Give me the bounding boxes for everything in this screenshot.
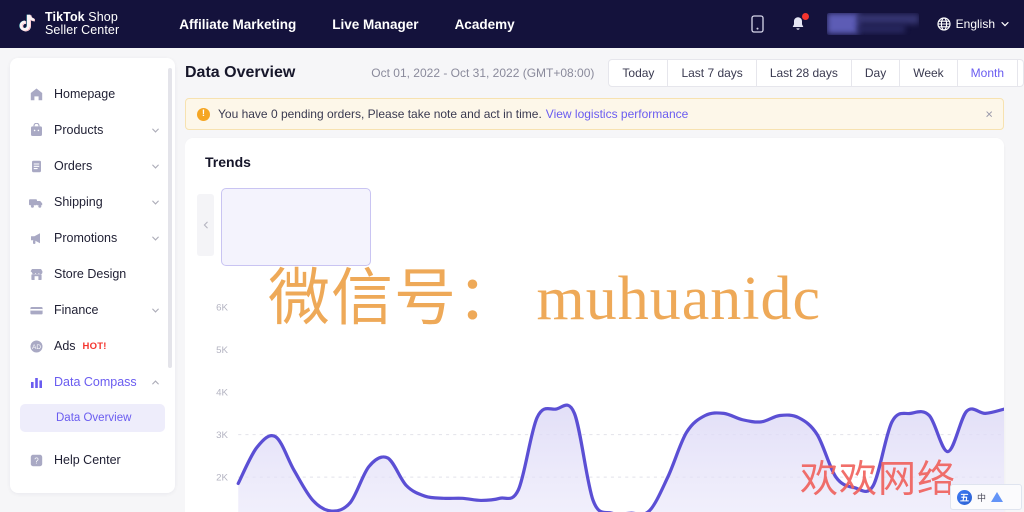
chevron-up-icon[interactable]	[150, 377, 161, 388]
help-icon: ?	[28, 452, 44, 468]
range-button-last-28-days[interactable]: Last 28 days	[757, 60, 852, 86]
trends-chart-svg: 1K2K3K4K5K6K	[216, 303, 1004, 512]
notification-dot	[801, 13, 809, 20]
hot-badge: HOT!	[82, 340, 107, 352]
metric-card-selected[interactable]	[221, 188, 371, 266]
top-navigation-bar: TikTok Shop Seller Center Affiliate Mark…	[0, 0, 1024, 48]
sidebar-item-promotions[interactable]: Promotions	[10, 220, 175, 256]
sidebar-item-help-center[interactable]: ? Help Center	[10, 442, 175, 478]
brand-seller-center: Seller Center	[45, 23, 120, 37]
chevron-down-icon[interactable]	[150, 305, 161, 316]
main-nav-links: Affiliate Marketing Live Manager Academy	[179, 17, 514, 32]
sidebar-label: Orders	[54, 159, 93, 173]
svg-text:2K: 2K	[216, 473, 228, 484]
home-icon	[28, 86, 44, 102]
trends-panel: Trends 1K2K3K4K5K6K	[185, 138, 1004, 512]
sidebar: Homepage Products Orders Shipping Promot…	[10, 58, 175, 493]
sidebar-item-shipping[interactable]: Shipping	[10, 184, 175, 220]
sidebar-label: Help Center	[54, 453, 121, 467]
ads-icon: AD	[28, 338, 44, 354]
ime-logo-icon: 五	[957, 489, 972, 505]
svg-text:AD: AD	[31, 344, 40, 351]
tiktok-note-icon	[14, 11, 40, 37]
svg-text:5K: 5K	[216, 345, 228, 356]
chevron-down-icon[interactable]	[150, 197, 161, 208]
sidebar-item-data-compass[interactable]: Data Compass	[10, 364, 175, 400]
sidebar-label: Store Design	[54, 267, 127, 281]
sidebar-label: Shipping	[54, 195, 103, 209]
brand-logo[interactable]: TikTok Shop Seller Center	[14, 9, 120, 38]
chevron-down-icon[interactable]	[150, 233, 161, 244]
date-range-label: Oct 01, 2022 - Oct 31, 2022 (GMT+08:00)	[371, 66, 595, 80]
chevron-down-icon	[1001, 22, 1009, 27]
trends-title: Trends	[205, 154, 251, 170]
chart-y-axis-labels: 1K2K3K4K5K6K	[216, 303, 228, 484]
card-icon	[28, 302, 44, 318]
metric-carousel	[185, 180, 1004, 276]
brand-text: TikTok Shop Seller Center	[45, 9, 120, 38]
sidebar-label: Products	[54, 123, 104, 137]
close-icon[interactable]: ×	[985, 108, 993, 121]
sidebar-label: Homepage	[54, 87, 116, 101]
bag-icon	[28, 122, 44, 138]
sidebar-item-orders[interactable]: Orders	[10, 148, 175, 184]
sidebar-item-finance[interactable]: Finance	[10, 292, 175, 328]
range-button-last-7-days[interactable]: Last 7 days	[668, 60, 757, 86]
trends-chart: 1K2K3K4K5K6K	[185, 278, 1004, 512]
sidebar-label: Finance	[54, 303, 99, 317]
sidebar-scrollbar[interactable]	[168, 68, 172, 368]
svg-text:6K: 6K	[216, 303, 228, 314]
main-content: Data Overview Oct 01, 2022 - Oct 31, 202…	[185, 48, 1024, 512]
nav-link-academy[interactable]: Academy	[455, 17, 515, 32]
globe-icon	[937, 17, 951, 31]
bars-icon	[28, 374, 44, 390]
sidebar-label-text: Ads	[54, 339, 76, 353]
nav-link-live-manager[interactable]: Live Manager	[332, 17, 418, 32]
chevron-left-icon	[203, 221, 208, 229]
clipboard-icon	[28, 158, 44, 174]
sidebar-item-homepage[interactable]: Homepage	[10, 76, 175, 112]
brand-tiktok: TikTok	[45, 9, 85, 24]
carousel-prev-button[interactable]	[197, 194, 214, 256]
page-header: Data Overview Oct 01, 2022 - Oct 31, 202…	[185, 48, 1024, 92]
sidebar-label: Promotions	[54, 231, 118, 245]
page-title: Data Overview	[185, 64, 296, 81]
range-button-month[interactable]: Month	[958, 60, 1019, 86]
warning-icon: !	[197, 107, 210, 121]
user-account-avatar[interactable]	[826, 13, 919, 35]
sidebar-item-store-design[interactable]: Store Design	[10, 256, 175, 292]
sidebar-item-products[interactable]: Products	[10, 112, 175, 148]
mobile-app-icon[interactable]	[745, 11, 771, 37]
date-range-segmented-control: Today Last 7 days Last 28 days Day Week …	[608, 59, 1024, 87]
range-button-day[interactable]: Day	[852, 60, 901, 86]
sidebar-item-ads[interactable]: AD Ads HOT!	[10, 328, 175, 364]
view-logistics-performance-link[interactable]: View logistics performance	[546, 107, 689, 121]
ime-mode-label[interactable]: 中	[977, 491, 986, 504]
svg-text:3K: 3K	[216, 430, 228, 441]
ime-toolbar[interactable]: 五 中	[950, 484, 1022, 510]
sidebar-label: Data Compass	[54, 375, 137, 389]
ime-expand-icon[interactable]	[991, 492, 1004, 502]
brand-shop: Shop	[84, 9, 118, 24]
sidebar-subitem-data-overview[interactable]: Data Overview	[20, 404, 165, 432]
nav-link-affiliate-marketing[interactable]: Affiliate Marketing	[179, 17, 296, 32]
chevron-down-icon[interactable]	[150, 125, 161, 136]
truck-icon	[28, 194, 44, 210]
nav-right-cluster: English	[745, 0, 1024, 48]
range-button-custom[interactable]: Custom	[1018, 60, 1023, 86]
sidebar-subitem-label: Data Overview	[56, 412, 132, 424]
language-selector[interactable]: English	[937, 17, 1010, 31]
range-button-today[interactable]: Today	[609, 60, 669, 86]
chevron-down-icon[interactable]	[150, 161, 161, 172]
pending-orders-alert: ! You have 0 pending orders, Please take…	[185, 98, 1004, 130]
megaphone-icon	[28, 230, 44, 246]
storefront-icon	[28, 266, 44, 282]
svg-text:4K: 4K	[216, 388, 228, 399]
language-label: English	[955, 17, 995, 31]
notifications-bell-icon[interactable]	[785, 11, 811, 37]
range-button-week[interactable]: Week	[900, 60, 958, 86]
svg-text:?: ?	[34, 456, 39, 465]
alert-message: You have 0 pending orders, Please take n…	[218, 107, 542, 121]
sidebar-label: Ads	[54, 339, 76, 353]
